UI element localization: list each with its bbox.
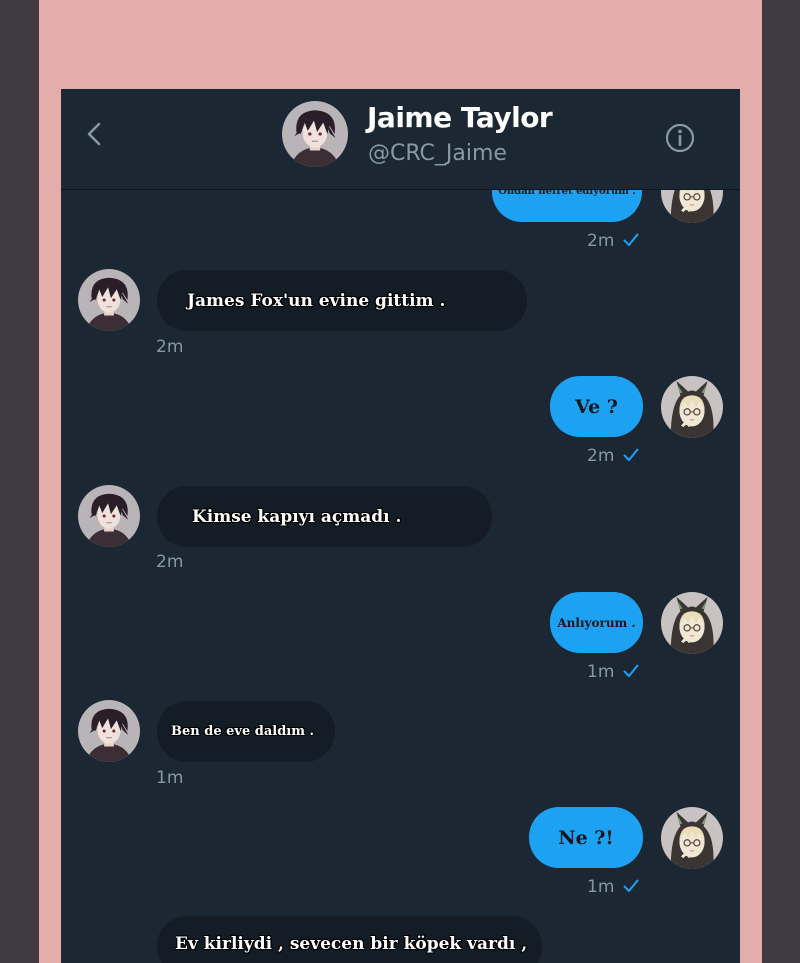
own-avatar[interactable] [661, 592, 723, 654]
message-list[interactable]: Ondan nefret ediyorum . 2m James Fox'un … [61, 89, 740, 963]
contact-name[interactable]: Jaime Taylor [367, 101, 553, 134]
message-text: James Fox'un evine gittim . [187, 290, 446, 311]
message-timestamp: 2m [587, 231, 615, 251]
message-timestamp: 1m [587, 877, 615, 897]
contact-avatar[interactable] [282, 101, 348, 167]
check-icon [623, 448, 639, 462]
check-icon [623, 879, 639, 893]
own-avatar[interactable] [661, 807, 723, 869]
message-text: Kimse kapıyı açmadı . [192, 506, 402, 527]
message-text: Ev kirliydi , sevecen bir köpek vardı , [175, 934, 528, 954]
message-bubble-outgoing: Ve ? [550, 376, 643, 437]
message-timestamp: 1m [587, 662, 615, 682]
message-bubble-incoming: Kimse kapıyı açmadı . [157, 486, 492, 547]
contact-avatar[interactable] [78, 700, 140, 762]
message-text: Ben de eve daldım . [171, 724, 315, 739]
info-circle-icon[interactable] [664, 122, 696, 154]
message-text: Ve ? [575, 395, 618, 418]
message-timestamp: 2m [156, 552, 184, 572]
message-bubble-outgoing: Anlıyorum . [550, 592, 643, 653]
contact-handle[interactable]: @CRC_Jaime [368, 141, 507, 166]
conversation-panel: Ondan nefret ediyorum . 2m James Fox'un … [61, 89, 740, 963]
message-bubble-incoming: Ev kirliydi , sevecen bir köpek vardı , [157, 916, 542, 963]
message-bubble-outgoing: Ne ?! [529, 807, 643, 868]
conversation-header: Jaime Taylor @CRC_Jaime [61, 89, 740, 190]
message-timestamp: 2m [156, 337, 184, 357]
check-icon [623, 233, 639, 247]
message-text: Ne ?! [558, 826, 614, 849]
message-timestamp: 1m [156, 768, 184, 788]
check-icon [623, 664, 639, 678]
message-text: Anlıyorum . [557, 615, 636, 630]
chevron-left-icon[interactable] [83, 119, 105, 149]
message-timestamp: 2m [587, 446, 615, 466]
contact-avatar[interactable] [78, 485, 140, 547]
own-avatar[interactable] [661, 376, 723, 438]
contact-avatar[interactable] [78, 269, 140, 331]
message-bubble-incoming: Ben de eve daldım . [157, 701, 335, 762]
message-bubble-incoming: James Fox'un evine gittim . [157, 270, 527, 331]
